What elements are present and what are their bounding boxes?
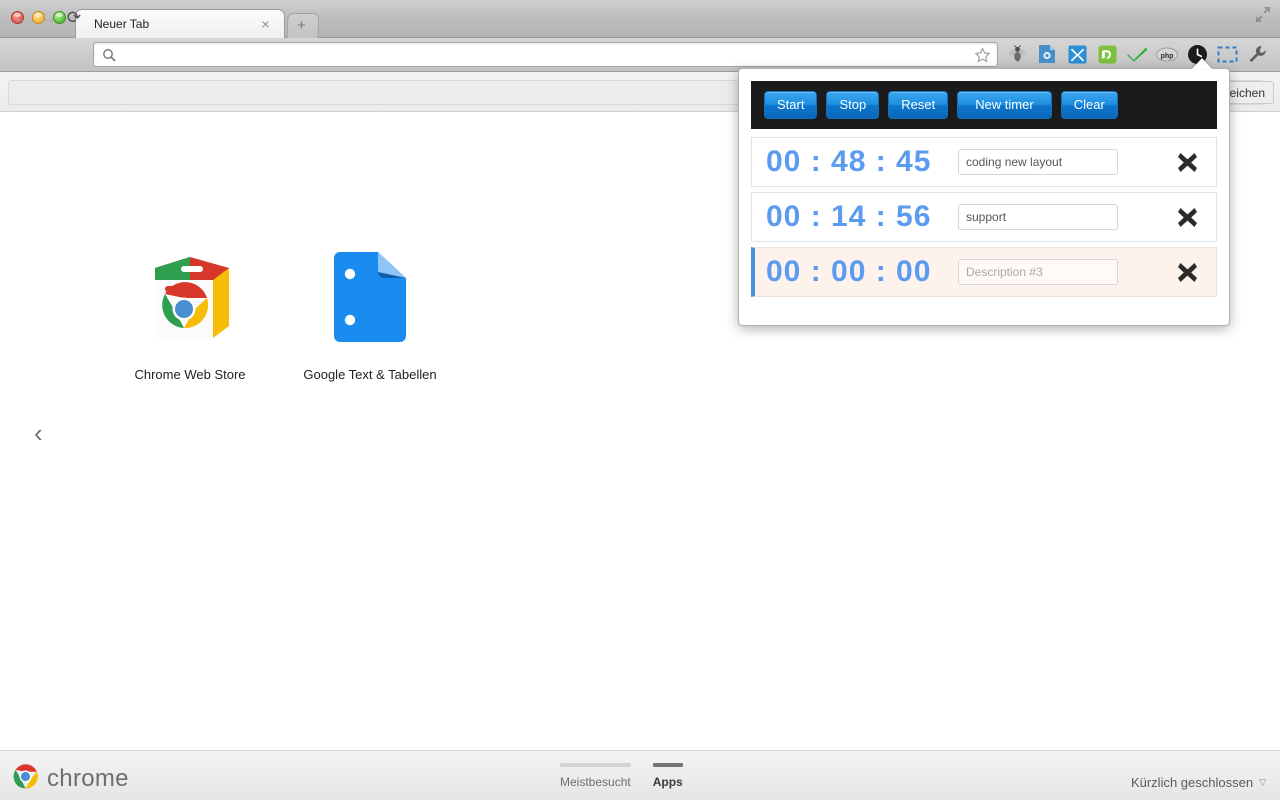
ntp-tab-label: Apps (653, 775, 683, 789)
app-label: Google Text & Tabellen (290, 367, 450, 382)
reset-button[interactable]: Reset (888, 91, 948, 119)
timer-display: 00 : 14 : 56 (766, 200, 958, 234)
omnibox[interactable] (93, 42, 998, 67)
timer-extension-popup: Start Stop Reset New timer Clear 00 : 48… (738, 68, 1230, 326)
chrome-brand: chrome (12, 763, 129, 795)
green-checkmark-icon[interactable] (1123, 41, 1151, 67)
address-input[interactable] (122, 48, 997, 62)
chevron-down-icon: ▽ (1259, 777, 1266, 788)
ntp-bottom-bar: chrome Meistbesucht Apps Kürzlich geschl… (0, 750, 1280, 800)
svg-text:php: php (1161, 53, 1174, 60)
ntp-tab-most-visited[interactable]: Meistbesucht (560, 763, 631, 789)
plus-icon[interactable]: + (297, 19, 306, 33)
dashed-frame-icon[interactable] (1213, 41, 1241, 67)
fly-bug-icon[interactable] (1003, 41, 1031, 67)
timer-description-input[interactable] (958, 149, 1118, 175)
php-icon[interactable]: php (1153, 41, 1181, 67)
apps-grid: Chrome Web Store Google Text & Tabellen (110, 243, 450, 382)
chrome-logo-icon (12, 763, 39, 795)
browser-tab[interactable]: Neuer Tab × (75, 9, 285, 38)
tab-indicator-bar (560, 763, 631, 767)
x-mark-blue-icon[interactable] (1063, 41, 1091, 67)
start-button[interactable]: Start (764, 91, 817, 119)
tab-indicator-bar (653, 763, 683, 767)
delete-timer-button[interactable] (1175, 150, 1199, 174)
bookmark-star-icon[interactable] (974, 47, 991, 64)
recently-closed-menu[interactable]: Kürzlich geschlossen ▽ (1131, 775, 1266, 790)
extension-icons: php (1003, 41, 1271, 67)
stop-button[interactable]: Stop (826, 91, 879, 119)
wrench-menu-icon[interactable] (1243, 41, 1271, 67)
delete-timer-button[interactable] (1175, 205, 1199, 229)
ntp-tab-apps[interactable]: Apps (653, 763, 683, 789)
timer-display: 00 : 48 : 45 (766, 145, 958, 179)
timer-list: 00 : 48 : 45 00 : 14 : 56 00 : (739, 129, 1229, 312)
app-tile-google-docs[interactable]: Google Text & Tabellen (290, 243, 450, 382)
search-icon (102, 48, 116, 62)
app-tile-chrome-web-store[interactable]: Chrome Web Store (110, 243, 270, 382)
back-button[interactable]: ← (10, 8, 32, 28)
forward-button[interactable]: → (37, 8, 59, 28)
google-docs-icon (290, 243, 450, 353)
ntp-tab-label: Meistbesucht (560, 775, 631, 789)
timer-row[interactable]: 00 : 14 : 56 (751, 192, 1217, 242)
chrome-wordmark: chrome (47, 765, 129, 793)
new-timer-button[interactable]: New timer (957, 91, 1052, 119)
fullscreen-arrows-icon[interactable] (1254, 6, 1272, 23)
timer-description-input[interactable] (958, 259, 1118, 285)
popup-toolbar: Start Stop Reset New timer Clear (751, 81, 1217, 129)
ntp-section-tabs: Meistbesucht Apps (560, 763, 683, 789)
prev-page-chevron-icon[interactable]: ‹ (34, 420, 58, 448)
tab-title: Neuer Tab (94, 17, 149, 31)
close-icon[interactable]: × (259, 18, 272, 31)
timer-row[interactable]: 00 : 48 : 45 (751, 137, 1217, 187)
reload-button[interactable]: ⟳ (63, 8, 85, 28)
recently-closed-label: Kürzlich geschlossen (1131, 775, 1253, 790)
evernote-elephant-icon[interactable] (1093, 41, 1121, 67)
title-bar: Neuer Tab × + (0, 0, 1280, 38)
delete-timer-button[interactable] (1175, 260, 1199, 284)
chrome-web-store-icon (110, 243, 270, 353)
timer-row-active[interactable]: 00 : 00 : 00 (751, 247, 1217, 297)
timer-description-input[interactable] (958, 204, 1118, 230)
timer-display: 00 : 00 : 00 (766, 255, 958, 289)
clear-button[interactable]: Clear (1061, 91, 1118, 119)
blue-document-icon[interactable] (1033, 41, 1061, 67)
app-label: Chrome Web Store (110, 367, 270, 382)
popup-pointer-arrow (1192, 58, 1212, 69)
browser-window: Neuer Tab × + ← → ⟳ (0, 0, 1280, 800)
